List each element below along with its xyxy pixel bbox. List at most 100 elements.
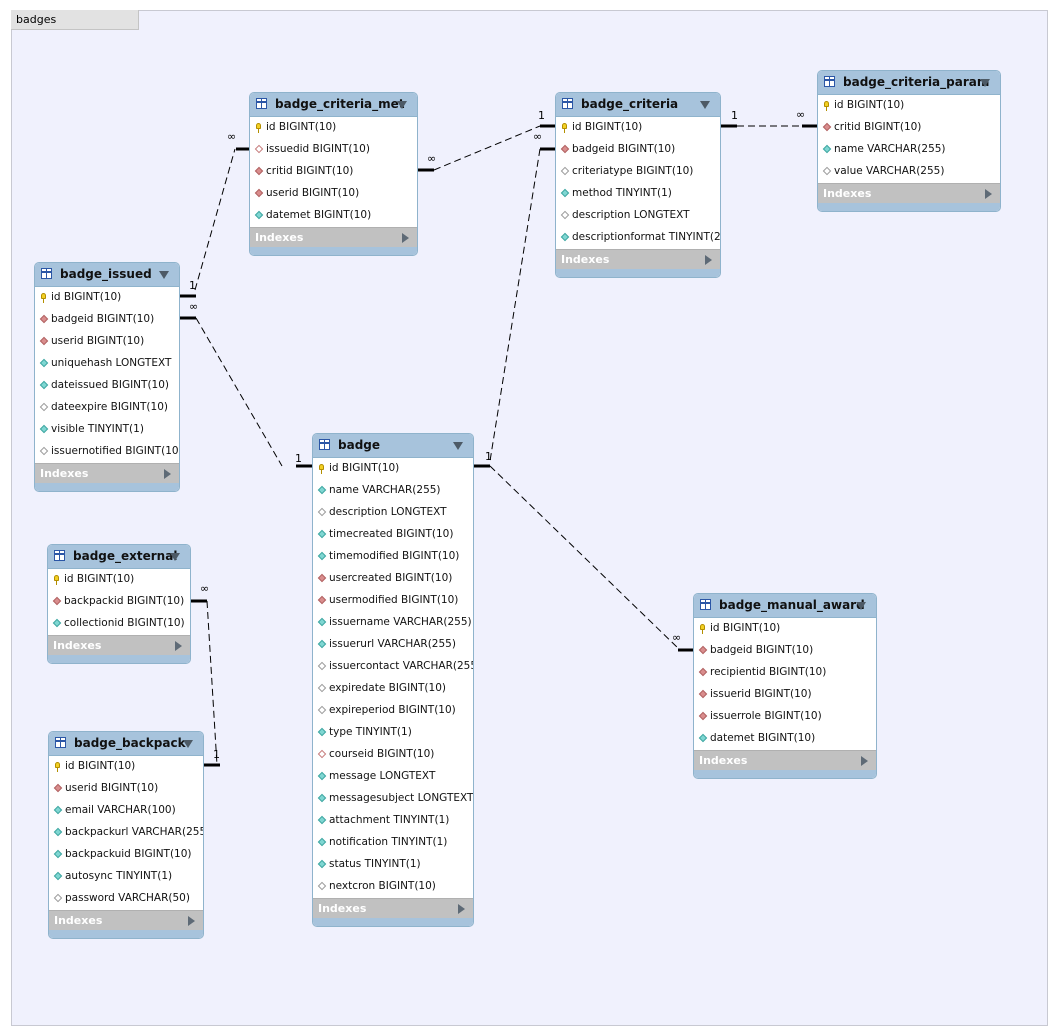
indexes-section[interactable]: Indexes [556,249,720,269]
expand-triangle-icon[interactable] [188,916,195,926]
column-row[interactable]: visible TINYINT(1) [35,419,179,441]
entity-header[interactable]: badge_backpack [49,732,203,756]
collapse-triangle-icon[interactable] [980,79,990,87]
entity-badge-criteria-met[interactable]: badge_criteria_met id BIGINT(10) issuedid … [249,92,418,256]
column-row[interactable]: issuername VARCHAR(255) [313,612,473,634]
column-row[interactable]: critid BIGINT(10) [818,117,1000,139]
column-row[interactable]: id BIGINT(10) [250,117,417,139]
indexes-section[interactable]: Indexes [818,183,1000,203]
indexes-section[interactable]: Indexes [49,910,203,930]
column-row[interactable]: id BIGINT(10) [818,95,1000,117]
entity-badge-external[interactable]: badge_external id BIGINT(10) backpackid BI… [47,544,191,664]
column-row[interactable]: issuercontact VARCHAR(255) [313,656,473,678]
entity-badge[interactable]: badge id BIGINT(10) name VARCHAR(255) descr… [312,433,474,927]
column-row[interactable]: timecreated BIGINT(10) [313,524,473,546]
collapse-triangle-icon[interactable] [856,602,866,610]
expand-triangle-icon[interactable] [861,756,868,766]
column-row[interactable]: courseid BIGINT(10) [313,744,473,766]
column-row[interactable]: email VARCHAR(100) [49,800,203,822]
column-row[interactable]: attachment TINYINT(1) [313,810,473,832]
column-text: id BIGINT(10) [65,760,136,772]
expand-triangle-icon[interactable] [985,189,992,199]
column-row[interactable]: nextcron BIGINT(10) [313,876,473,898]
expand-triangle-icon[interactable] [164,469,171,479]
indexes-section[interactable]: Indexes [250,227,417,247]
column-row[interactable]: expiredate BIGINT(10) [313,678,473,700]
column-row[interactable]: issuedid BIGINT(10) [250,139,417,161]
column-row[interactable]: datemet BIGINT(10) [250,205,417,227]
column-row[interactable]: collectionid BIGINT(10) [48,613,190,635]
entity-badge-backpack[interactable]: badge_backpackid BIGINT(10) userid BIGINT… [48,731,204,939]
column-row[interactable]: uniquehash LONGTEXT [35,353,179,375]
column-row[interactable]: recipientid BIGINT(10) [694,662,876,684]
column-row[interactable]: id BIGINT(10) [694,618,876,640]
indexes-section[interactable]: Indexes [48,635,190,655]
column-row[interactable]: id BIGINT(10) [35,287,179,309]
column-row[interactable]: usermodified BIGINT(10) [313,590,473,612]
column-row[interactable]: description LONGTEXT [313,502,473,524]
entity-badge-criteria-param[interactable]: badge_criteria_param id BIGINT(10) critid … [817,70,1001,212]
column-row[interactable]: description LONGTEXT [556,205,720,227]
entity-header[interactable]: badge_criteria_met [250,93,417,117]
column-row[interactable]: usercreated BIGINT(10) [313,568,473,590]
column-row[interactable]: expireperiod BIGINT(10) [313,700,473,722]
column-row[interactable]: badgeid BIGINT(10) [694,640,876,662]
entity-header[interactable]: badge_manual_award [694,594,876,618]
column-row[interactable]: name VARCHAR(255) [313,480,473,502]
column-row[interactable]: id BIGINT(10) [313,458,473,480]
column-row[interactable]: value VARCHAR(255) [818,161,1000,183]
column-row[interactable]: critid BIGINT(10) [250,161,417,183]
column-row[interactable]: notification TINYINT(1) [313,832,473,854]
column-row[interactable]: badgeid BIGINT(10) [556,139,720,161]
expand-triangle-icon[interactable] [175,641,182,651]
collapse-triangle-icon[interactable] [397,101,407,109]
expand-triangle-icon[interactable] [458,904,465,914]
column-row[interactable]: autosync TINYINT(1) [49,866,203,888]
entity-badge-manual-award[interactable]: badge_manual_award id BIGINT(10) badgeid B… [693,593,877,779]
collapse-triangle-icon[interactable] [170,553,180,561]
column-row[interactable]: descriptionformat TINYINT(2) [556,227,720,249]
entity-header[interactable]: badge_issued [35,263,179,287]
entity-header[interactable]: badge [313,434,473,458]
collapse-triangle-icon[interactable] [183,740,193,748]
column-row[interactable]: datemet BIGINT(10) [694,728,876,750]
entity-header[interactable]: badge_criteria [556,93,720,117]
column-row[interactable]: issuerid BIGINT(10) [694,684,876,706]
column-row[interactable]: backpackuid BIGINT(10) [49,844,203,866]
collapse-triangle-icon[interactable] [453,442,463,450]
entity-header[interactable]: badge_criteria_param [818,71,1000,95]
indexes-section[interactable]: Indexes [35,463,179,483]
collapse-triangle-icon[interactable] [700,101,710,109]
entity-header[interactable]: badge_external [48,545,190,569]
column-row[interactable]: dateexpire BIGINT(10) [35,397,179,419]
column-row[interactable]: issuerurl VARCHAR(255) [313,634,473,656]
entity-badge-issued[interactable]: badge_issued id BIGINT(10) badgeid BIGINT(… [34,262,180,492]
indexes-section[interactable]: Indexes [694,750,876,770]
column-row[interactable]: timemodified BIGINT(10) [313,546,473,568]
column-row[interactable]: message LONGTEXT [313,766,473,788]
column-row[interactable]: issuernotified BIGINT(10) [35,441,179,463]
column-row[interactable]: criteriatype BIGINT(10) [556,161,720,183]
column-row[interactable]: userid BIGINT(10) [250,183,417,205]
collapse-triangle-icon[interactable] [159,271,169,279]
column-row[interactable]: type TINYINT(1) [313,722,473,744]
entity-badge-criteria[interactable]: badge_criteria id BIGINT(10) badgeid BIGIN… [555,92,721,278]
column-row[interactable]: id BIGINT(10) [556,117,720,139]
column-row[interactable]: status TINYINT(1) [313,854,473,876]
column-row[interactable]: badgeid BIGINT(10) [35,309,179,331]
column-row[interactable]: messagesubject LONGTEXT [313,788,473,810]
indexes-section[interactable]: Indexes [313,898,473,918]
column-row[interactable]: name VARCHAR(255) [818,139,1000,161]
column-row[interactable]: backpackurl VARCHAR(255) [49,822,203,844]
column-row[interactable]: backpackid BIGINT(10) [48,591,190,613]
column-row[interactable]: issuerrole BIGINT(10) [694,706,876,728]
column-row[interactable]: id BIGINT(10) [49,756,203,778]
column-row[interactable]: userid BIGINT(10) [35,331,179,353]
column-row[interactable]: method TINYINT(1) [556,183,720,205]
expand-triangle-icon[interactable] [705,255,712,265]
column-row[interactable]: dateissued BIGINT(10) [35,375,179,397]
column-row[interactable]: password VARCHAR(50) [49,888,203,910]
column-row[interactable]: id BIGINT(10) [48,569,190,591]
column-row[interactable]: userid BIGINT(10) [49,778,203,800]
expand-triangle-icon[interactable] [402,233,409,243]
